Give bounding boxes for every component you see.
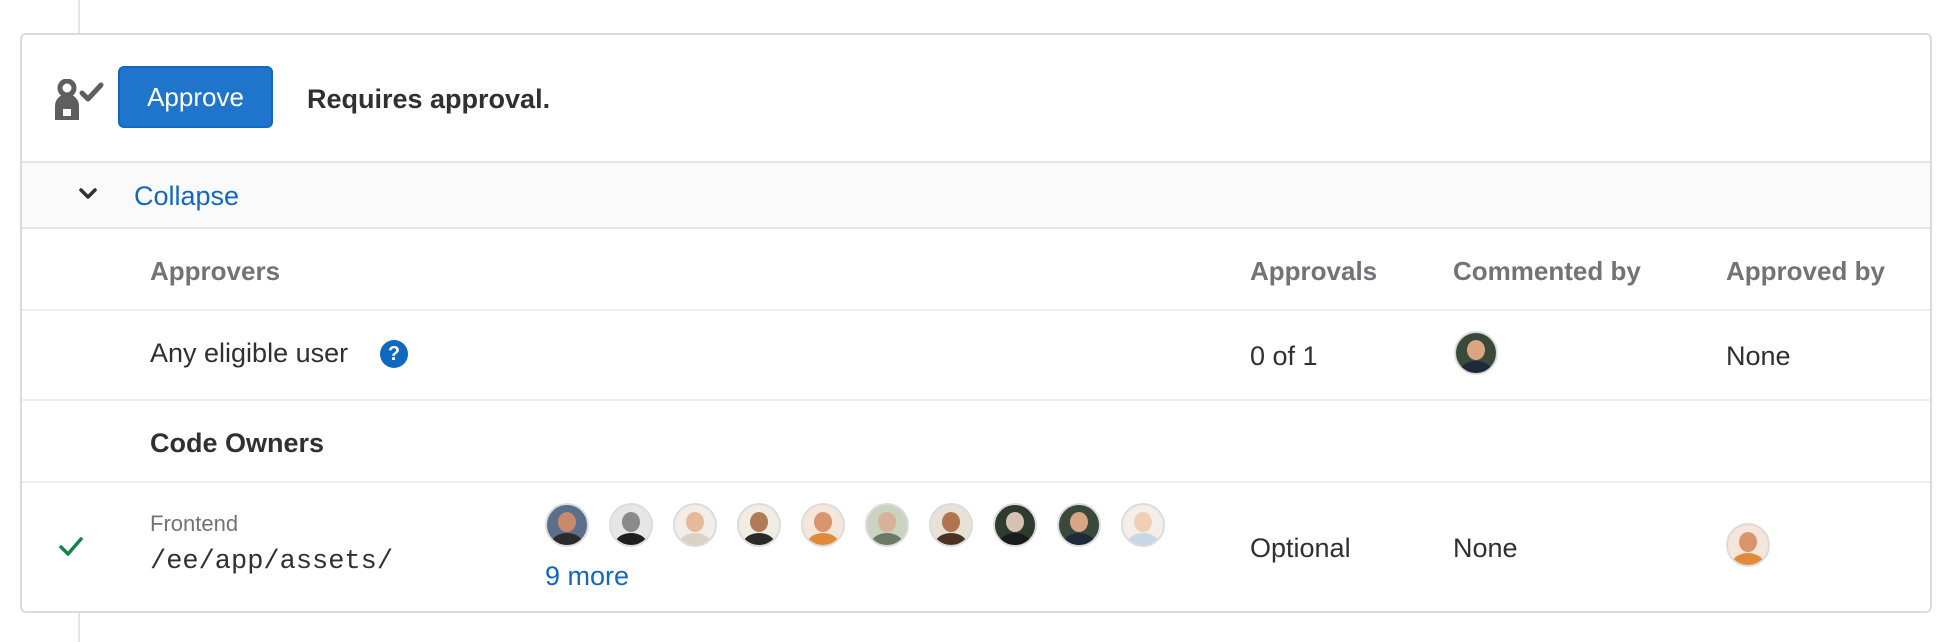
approvals-widget: Approve Requires approval. Collapse Appr… <box>20 33 1932 613</box>
code-owners-title: Code Owners <box>150 428 325 458</box>
commented-by-avatar[interactable] <box>1454 331 1498 375</box>
collapse-toggle-row[interactable]: Collapse <box>22 163 1930 229</box>
approver-rule-name: Any eligible user <box>150 338 349 368</box>
column-header-approvers: Approvers <box>150 256 281 286</box>
approver-avatar[interactable] <box>929 503 973 547</box>
column-header-approved-by: Approved by <box>1726 256 1885 286</box>
approved-by-value: None <box>1726 341 1791 371</box>
question-circle-icon[interactable]: ? <box>380 340 408 368</box>
approval-user-check-icon <box>55 79 104 120</box>
approvals-header: Approve Requires approval. <box>22 35 1930 163</box>
code-owner-path: /ee/app/assets/ <box>150 547 394 577</box>
approver-avatar[interactable] <box>737 503 781 547</box>
approved-by-avatar[interactable] <box>1726 523 1770 567</box>
code-owner-group-name: Frontend <box>150 511 239 536</box>
approve-button[interactable]: Approve <box>118 66 273 128</box>
commented-by-value: None <box>1453 533 1518 563</box>
approvals-count: 0 of 1 <box>1250 341 1318 371</box>
approver-avatar[interactable] <box>1121 503 1165 547</box>
approver-avatar[interactable] <box>801 503 845 547</box>
section-row: Code Owners <box>22 401 1930 483</box>
check-icon <box>59 537 83 556</box>
approver-avatar[interactable] <box>673 503 717 547</box>
chevron-down-icon[interactable] <box>78 187 98 201</box>
table-row: Any eligible user ? 0 of 1 None <box>22 311 1930 401</box>
collapse-link[interactable]: Collapse <box>134 181 239 212</box>
approvals-value: Optional <box>1250 533 1351 563</box>
approver-avatar[interactable] <box>1057 503 1101 547</box>
timeline-line <box>78 0 80 33</box>
table-header-row: Approvers Approvals Commented by Approve… <box>22 229 1930 311</box>
more-approvers-link[interactable]: 9 more <box>545 561 629 592</box>
approver-avatar[interactable] <box>609 503 653 547</box>
timeline-line <box>78 613 80 642</box>
approver-avatar[interactable] <box>993 503 1037 547</box>
approval-status-text: Requires approval. <box>307 84 551 114</box>
approver-avatar[interactable] <box>545 503 589 547</box>
table-row: Frontend /ee/app/assets/ 9 more Optional… <box>22 483 1930 611</box>
column-header-approvals: Approvals <box>1250 256 1378 286</box>
column-header-commented-by: Commented by <box>1453 256 1641 286</box>
approver-avatar[interactable] <box>865 503 909 547</box>
